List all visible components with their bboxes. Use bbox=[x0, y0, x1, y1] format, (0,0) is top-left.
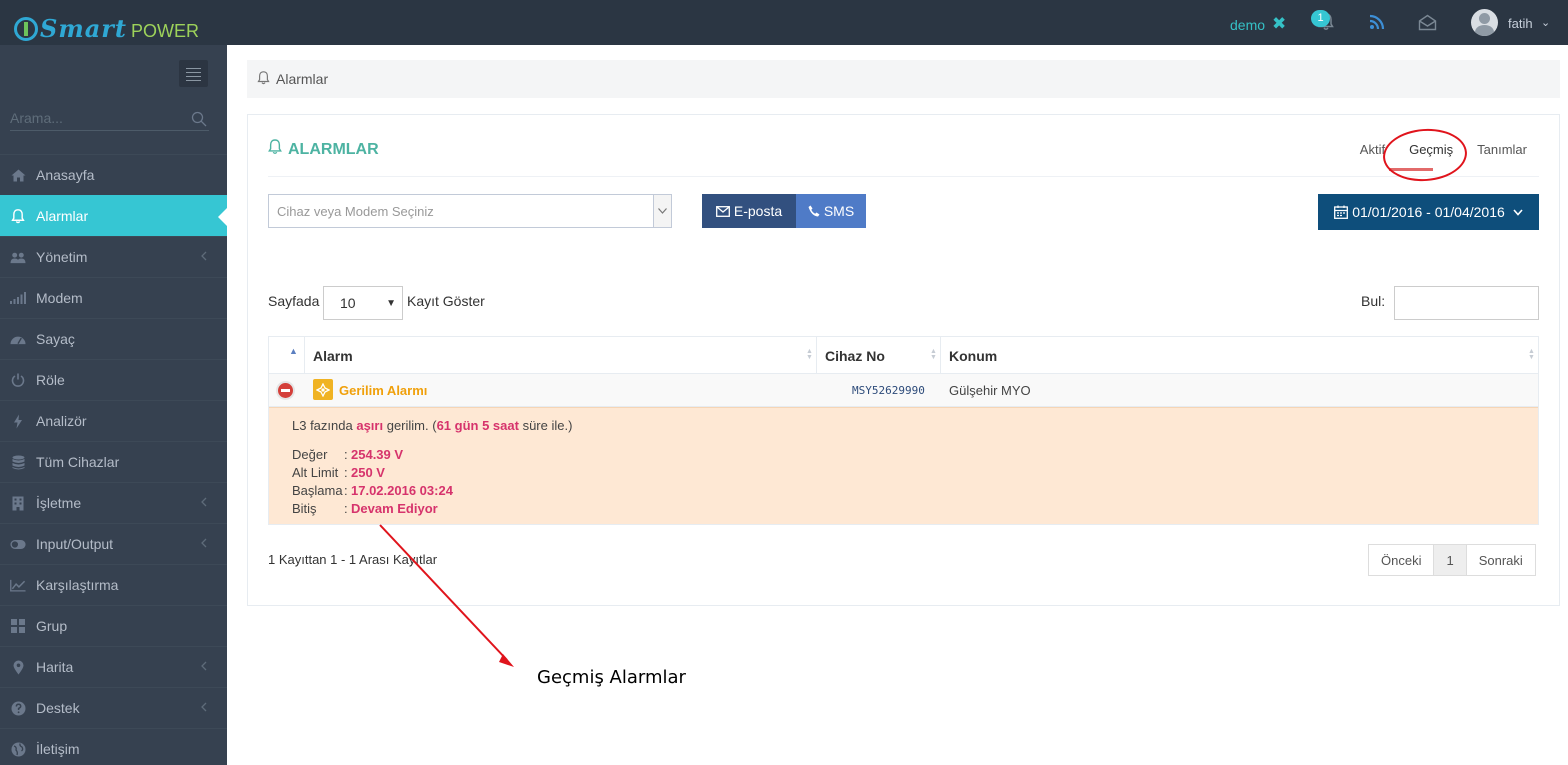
annotation-text: Geçmiş Alarmlar bbox=[537, 667, 686, 688]
annotation-arrow bbox=[379, 524, 514, 667]
